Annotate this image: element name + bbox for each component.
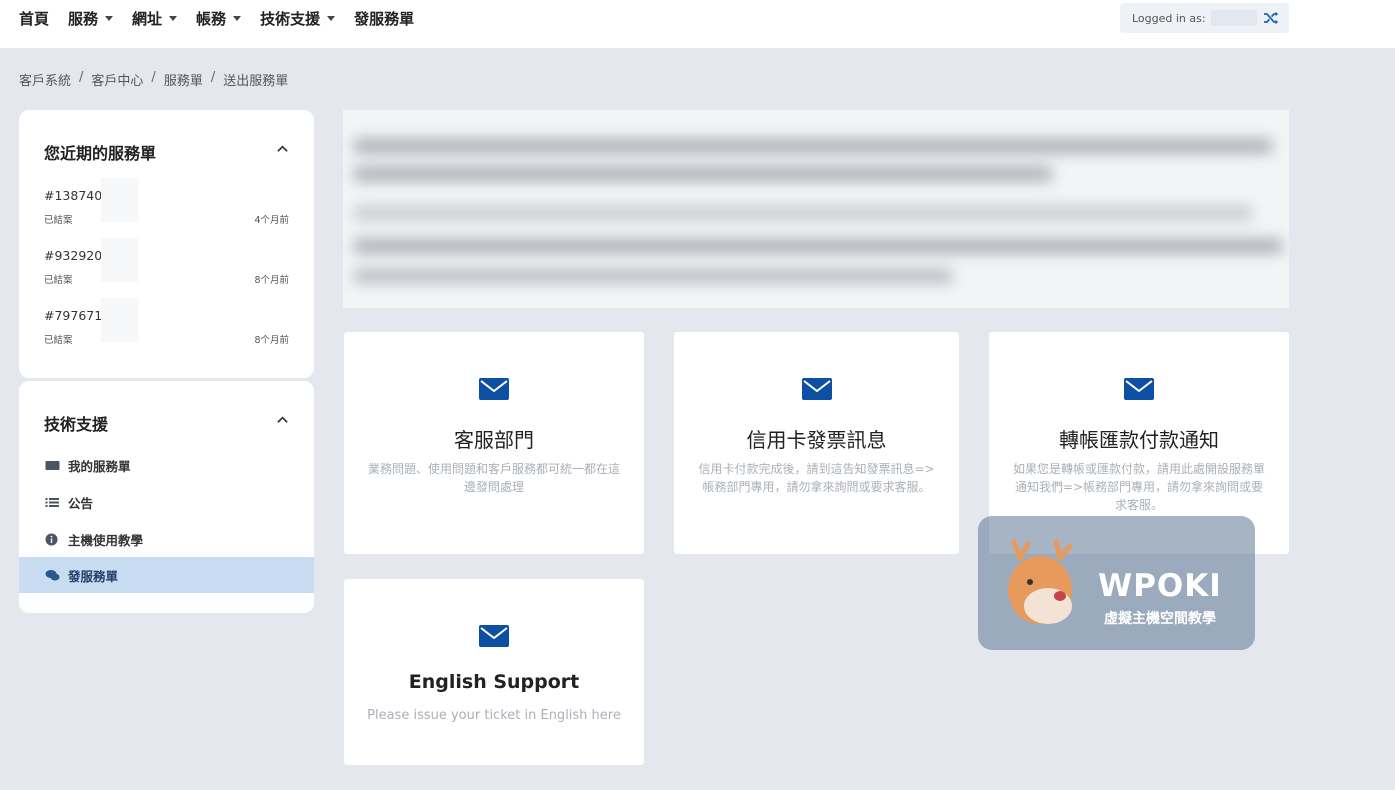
nav-label: 網址 xyxy=(132,10,163,28)
comments-icon xyxy=(45,569,60,580)
ticket-icon xyxy=(45,460,60,470)
watermark-subtitle: 虛擬主機空間教學 xyxy=(1104,611,1216,627)
top-navbar: 首頁 服務 網址 帳務 技術支援 發服務單 Logged in as: xyxy=(0,0,1395,48)
support-menu-panel: 技術支援 我的服務單 公告 主機使用教學 發服務單 xyxy=(19,381,314,613)
envelope-icon xyxy=(479,625,509,647)
sidebar-item-label: 我的服務單 xyxy=(68,458,131,474)
breadcrumb-separator: / xyxy=(79,70,84,85)
ticket-item[interactable]: #797671 已結案 8个月前 xyxy=(44,298,289,346)
nav-label: 技術支援 xyxy=(260,10,321,28)
ticket-subject-redacted xyxy=(101,238,138,282)
ticket-status: 已結案 xyxy=(44,335,73,346)
main-nav: 首頁 服務 網址 帳務 技術支援 發服務單 xyxy=(19,8,433,29)
department-title: English Support xyxy=(408,671,580,693)
info-icon xyxy=(45,533,58,545)
department-card-english-support[interactable]: English Support Please issue your ticket… xyxy=(344,579,644,765)
ticket-id: #797671 xyxy=(44,308,103,323)
logged-in-box: Logged in as: xyxy=(1120,3,1289,33)
nav-item-domains[interactable]: 網址 xyxy=(132,8,178,29)
ticket-id: #138740 xyxy=(44,188,103,203)
envelope-icon xyxy=(1124,378,1154,400)
breadcrumb-item[interactable]: 服務單 xyxy=(164,70,203,89)
deer-mascot-logo xyxy=(1008,539,1073,624)
ticket-status: 已結案 xyxy=(44,215,73,226)
sidebar-item-hosting-tutorials[interactable]: 主機使用教學 xyxy=(19,521,314,557)
ticket-time: 4个月前 xyxy=(254,215,289,226)
chevron-up-icon[interactable] xyxy=(277,143,288,154)
breadcrumb: 客戶系統 / 客戶中心 / 服務單 / 送出服務單 xyxy=(19,70,288,89)
envelope-icon xyxy=(479,378,509,400)
breadcrumb-item[interactable]: 客戶系統 xyxy=(19,70,71,89)
sidebar-item-label: 發服務單 xyxy=(68,568,119,584)
caret-down-icon xyxy=(327,16,336,21)
watermark-overlay: WPOKI 虛擬主機空間教學 xyxy=(978,516,1255,650)
nav-label: 首頁 xyxy=(19,10,50,28)
switch-account-icon[interactable] xyxy=(1263,11,1279,25)
department-title: 客服部門 xyxy=(454,428,534,452)
nav-label: 發服務單 xyxy=(354,10,415,28)
caret-down-icon xyxy=(105,16,114,21)
nav-label: 服務 xyxy=(68,10,99,28)
department-description: 信用卡付款完成後，請到這告知發票訊息=>帳務部門專用，請勿拿來詢問或要求客服。 xyxy=(698,462,935,494)
nav-label: 帳務 xyxy=(196,10,227,28)
department-description: Please issue your ticket in English here xyxy=(367,708,621,723)
sidebar-item-label: 公告 xyxy=(68,495,94,511)
ticket-time: 8个月前 xyxy=(254,275,289,286)
list-icon xyxy=(45,497,59,507)
panel-title: 技術支援 xyxy=(44,415,109,434)
nav-item-services[interactable]: 服務 xyxy=(68,8,114,29)
department-description: 如果您是轉帳或匯款付款，請用此處開設服務單通知我們=>帳務部門專用，請勿拿來詢問… xyxy=(1012,462,1265,512)
nav-item-open-ticket[interactable]: 發服務單 xyxy=(354,8,414,29)
watermark-brand: WPOKI xyxy=(1098,568,1222,604)
ticket-subject-redacted xyxy=(101,298,138,342)
panel-title: 您近期的服務單 xyxy=(44,144,157,163)
sidebar-item-announcements[interactable]: 公告 xyxy=(19,484,314,520)
sidebar-item-open-ticket[interactable]: 發服務單 xyxy=(19,557,314,593)
nav-item-billing[interactable]: 帳務 xyxy=(196,8,242,29)
envelope-icon xyxy=(801,378,832,400)
department-card-customer-service[interactable]: 客服部門 業務問題、使用問題和客戶服務都可統一都在這邊發問處理 xyxy=(344,332,644,554)
blurred-announcement-banner xyxy=(343,110,1289,308)
sidebar-item-my-tickets[interactable]: 我的服務單 xyxy=(19,447,314,483)
breadcrumb-item[interactable]: 客戶中心 xyxy=(91,70,143,89)
ticket-time: 8个月前 xyxy=(254,335,289,346)
recent-tickets-panel: 您近期的服務單 #138740 已結案 4个月前 #932920 已結案 8个月… xyxy=(19,110,314,378)
sidebar-item-label: 主機使用教學 xyxy=(68,532,144,548)
department-title: 信用卡發票訊息 xyxy=(746,428,887,452)
ticket-subject-redacted xyxy=(101,178,138,222)
ticket-id: #932920 xyxy=(44,248,103,263)
department-title: 轉帳匯款付款通知 xyxy=(1059,428,1219,452)
ticket-item[interactable]: #138740 已結案 4个月前 xyxy=(44,178,289,226)
ticket-item[interactable]: #932920 已結案 8个月前 xyxy=(44,238,289,286)
nav-item-home[interactable]: 首頁 xyxy=(19,8,49,29)
caret-down-icon xyxy=(233,16,242,21)
logged-in-label: Logged in as: xyxy=(1132,11,1206,25)
department-description: 業務問題、使用問題和客戶服務都可統一都在這邊發問處理 xyxy=(367,462,620,494)
breadcrumb-current: 送出服務單 xyxy=(223,74,289,89)
department-card-credit-card-invoice[interactable]: 信用卡發票訊息 信用卡付款完成後，請到這告知發票訊息=>帳務部門專用，請勿拿來詢… xyxy=(674,332,959,554)
breadcrumb-separator: / xyxy=(210,70,216,85)
caret-down-icon xyxy=(169,16,178,21)
username-redacted xyxy=(1210,10,1257,26)
ticket-status: 已結案 xyxy=(44,275,73,286)
nav-item-support[interactable]: 技術支援 xyxy=(260,8,336,29)
chevron-up-icon[interactable] xyxy=(277,414,288,425)
breadcrumb-separator: / xyxy=(151,70,156,85)
